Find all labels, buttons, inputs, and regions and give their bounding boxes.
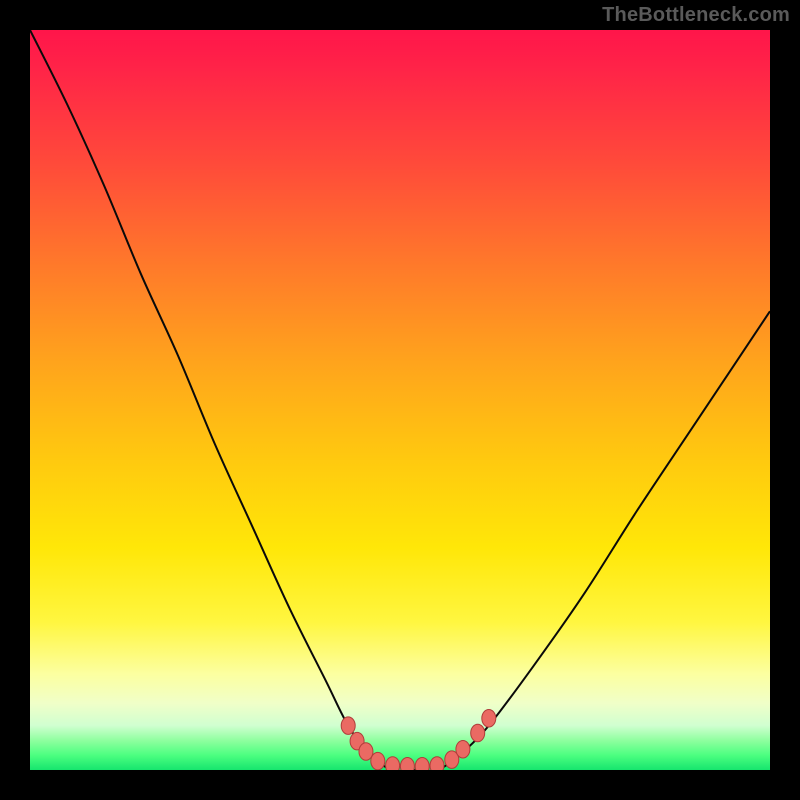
right-top-marker	[482, 709, 496, 727]
flat-marker-2	[386, 757, 400, 770]
flat-marker-3	[400, 758, 414, 770]
chart-frame: TheBottleneck.com	[0, 0, 800, 800]
watermark-text: TheBottleneck.com	[602, 4, 790, 27]
left-upper-marker	[341, 717, 355, 735]
right-upper-marker	[471, 724, 485, 742]
flat-marker-5	[430, 757, 444, 770]
curve-layer	[30, 30, 770, 770]
marker-group	[341, 709, 496, 770]
bottleneck-curve	[30, 30, 770, 770]
plot-area	[30, 30, 770, 770]
right-mid-marker-2	[456, 741, 470, 759]
flat-marker-1	[371, 752, 385, 770]
flat-marker-4	[415, 758, 429, 770]
